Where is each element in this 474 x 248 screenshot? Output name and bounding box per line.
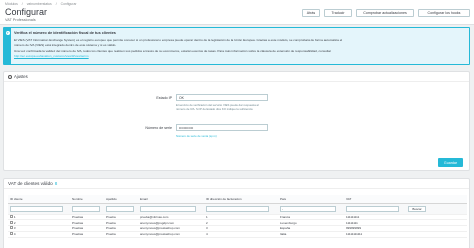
alert-text: El VIES (VAT Information Exchange System… [14,38,343,42]
translate-button[interactable]: Traducir [324,9,352,17]
settings-panel: Ajustes Estado IP OK El servicio de veri… [3,71,470,171]
column-header[interactable]: Apellido [104,195,138,204]
alert-title: Verifica el número de identificación fis… [14,31,116,35]
column-header[interactable]: ID dirección de facturación [204,195,278,204]
column-header[interactable]: Nombre [70,195,104,204]
filter-id-input[interactable] [10,205,63,212]
row-checkbox[interactable] [10,220,13,224]
column-header[interactable]: VAT [344,195,406,204]
column-header[interactable]: País [278,195,344,204]
row-checkbox[interactable] [10,232,13,236]
vies-terms-link[interactable]: http://ec.europa.eu/taxation_customs/vie… [14,54,89,58]
serial-number-field[interactable]: •••••••••••• [176,124,268,131]
status-ip-hint: número de IVA. Si IP de Estado dice KO i… [176,107,253,111]
table-header-row: ID cliente Nombre Apellido Email ID dire… [8,195,467,204]
gear-icon [8,74,12,79]
filter-firstname-input[interactable] [72,205,101,212]
table-count-badge: 8 [54,181,58,186]
page-header: Módulos / vatnumberstatus / Configurar C… [0,0,474,25]
serial-number-label: Número de serie [145,126,172,130]
info-alert: ? Verifica el número de identificación f… [3,27,470,65]
status-ip-field[interactable]: OK [176,94,268,101]
page-title: Configurar [5,7,48,17]
check-updates-button[interactable]: Comprobar actualizaciones [356,9,414,17]
search-button[interactable]: Buscar [408,205,426,212]
breadcrumb-item[interactable]: vatnumberstatus [27,2,52,6]
panel-heading: Ajustes [14,74,28,79]
status-ip-label: Estado IP [156,96,172,100]
table-row[interactable]: 4 Pruebas Prueba anonymous@prestashop.co… [8,231,467,238]
column-header[interactable]: Email [138,195,204,204]
column-header[interactable]: ID cliente [8,195,70,204]
configure-hooks-button[interactable]: Configurar los hooks [418,9,470,17]
filter-row: - Buscar [8,203,467,215]
filter-country-select[interactable]: - [280,205,337,212]
vat-customers-table: ID cliente Nombre Apellido Email ID dire… [8,195,467,238]
filter-vat-input[interactable] [346,205,399,212]
save-button[interactable]: Guardar [438,158,463,167]
vat-customers-panel: VAT de clientes válido 8 ID cliente Nomb… [3,178,470,248]
filter-lastname-input[interactable] [106,205,135,212]
breadcrumb: Módulos / vatnumberstatus / Configurar [5,2,77,6]
breadcrumb-item: Configurar [60,2,77,6]
row-checkbox[interactable] [10,214,13,218]
alert-text: Una vez confirmada la validez del número… [14,49,332,53]
back-button[interactable]: Atrás [302,9,320,17]
row-checkbox[interactable] [10,226,13,230]
search-label: Buscar [412,206,422,211]
filter-address-input[interactable] [206,205,270,212]
filter-email-input[interactable] [140,205,197,212]
save-label: Guardar [443,160,458,165]
serial-number-hint: Número de serie de venta (sp.in) [176,134,217,138]
breadcrumb-item[interactable]: Módulos [5,2,18,6]
alert-text: número de IVA (VIES) está integrado dent… [14,43,117,47]
page-subtitle: VAT Professionals [5,18,36,22]
info-icon: ? [5,31,10,35]
table-heading: VAT de clientes válido [8,181,53,186]
